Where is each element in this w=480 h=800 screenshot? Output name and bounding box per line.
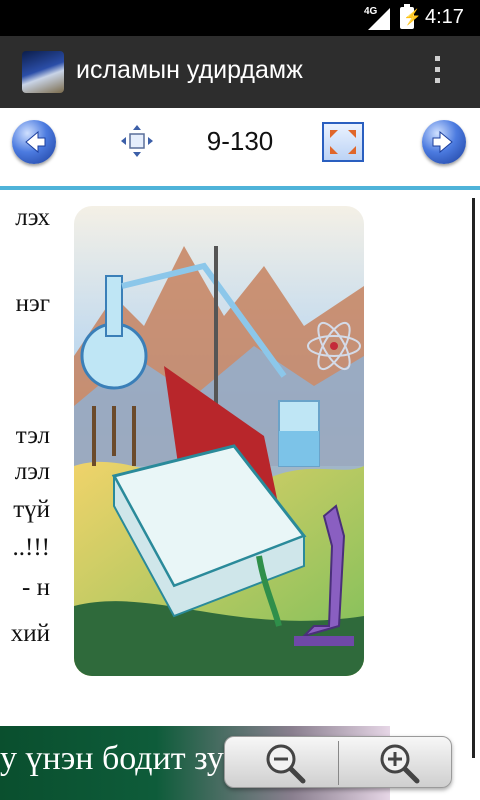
book-illustration (74, 206, 364, 676)
arrow-right-icon (432, 130, 453, 154)
zoom-out-icon (266, 744, 306, 784)
text-line: тэл (15, 422, 50, 449)
fit-screen-button[interactable] (120, 124, 154, 158)
zoom-in-button[interactable] (345, 739, 445, 787)
text-line: лэх (15, 204, 50, 231)
book-page[interactable]: лэх нэг тэл лэл түй ..!!! - н хий (0, 190, 480, 800)
page-indicator: 9-130 (206, 126, 274, 156)
battery-icon: ⚡ (400, 4, 422, 29)
banner-text: у үнэн бодит зу (0, 740, 224, 777)
overflow-menu-icon[interactable] (430, 56, 444, 90)
book-science-illustration (74, 206, 364, 676)
text-line: нэг (15, 290, 50, 317)
text-line: хий (10, 620, 50, 647)
prev-page-button[interactable] (12, 120, 56, 164)
zoom-in-icon (380, 744, 420, 784)
text-line: лэл (14, 458, 50, 485)
app-title: исламын удирдамж (76, 56, 303, 84)
signal-icon (368, 8, 390, 30)
text-line: түй (13, 496, 50, 523)
fullscreen-button[interactable] (322, 122, 364, 162)
app-icon[interactable] (22, 51, 64, 93)
zoom-controls (224, 736, 452, 788)
action-bar: исламын удирдамж (0, 36, 480, 108)
next-page-button[interactable] (422, 120, 466, 164)
fit-screen-icon (121, 125, 153, 157)
arrow-left-icon (25, 130, 46, 154)
status-bar: 4G ⚡ 4:17 (0, 0, 480, 36)
text-line: - н (22, 574, 50, 601)
reader-toolbar: 9-130 (0, 108, 480, 190)
text-line: ..!!! (12, 534, 50, 561)
zoom-out-button[interactable] (231, 739, 331, 787)
zoom-separator (338, 741, 339, 785)
fullscreen-icon (330, 130, 356, 154)
status-clock: 4:17 (425, 6, 464, 28)
page-edge (472, 198, 475, 758)
